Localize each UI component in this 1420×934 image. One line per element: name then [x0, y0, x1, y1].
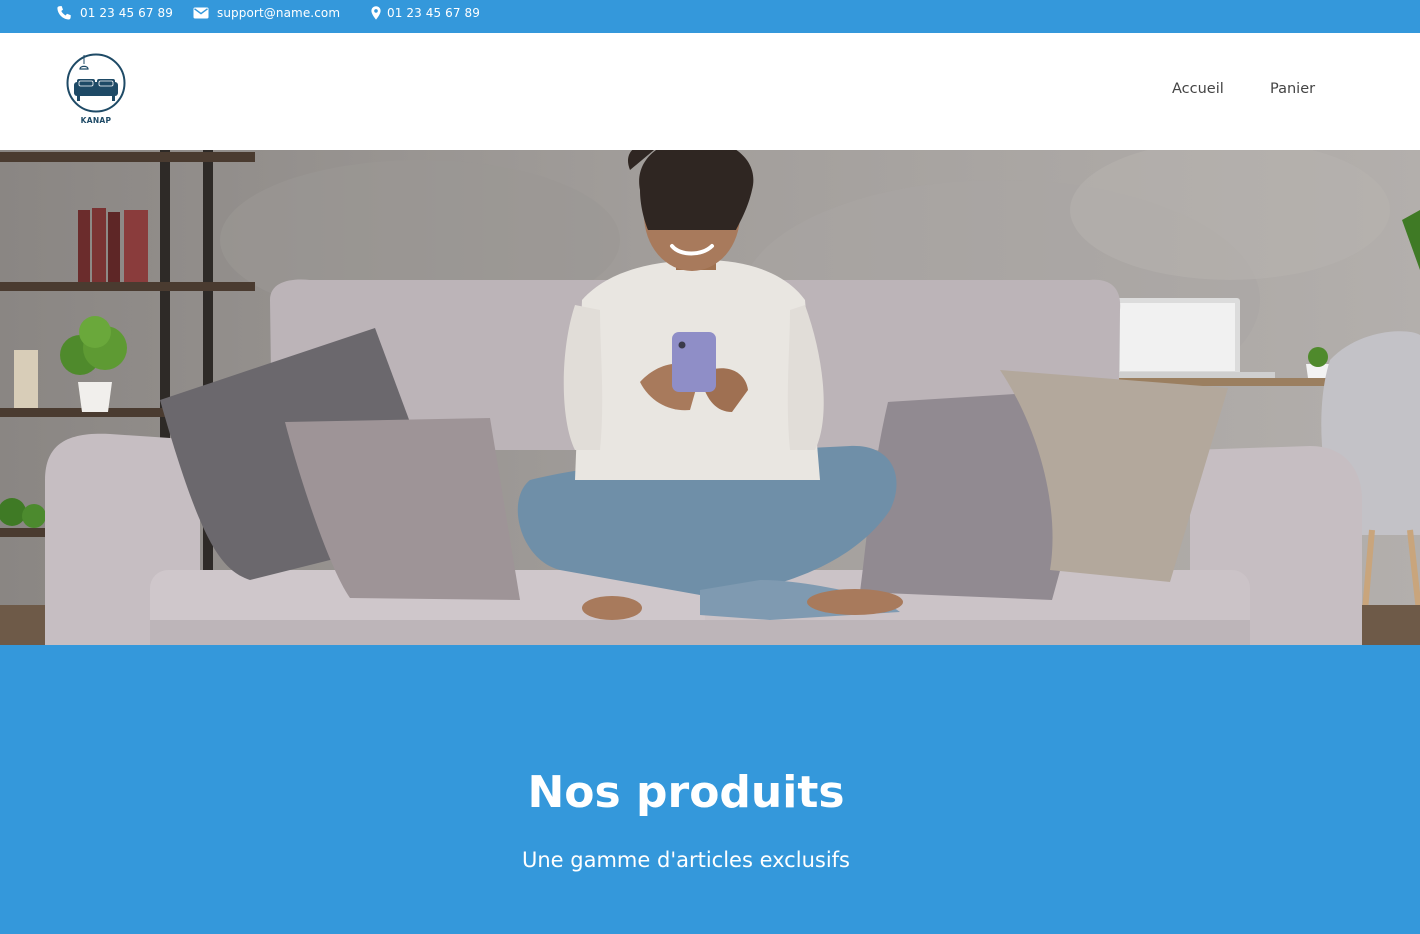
contact-phone-text: 01 23 45 67 89: [80, 6, 174, 20]
logo-wordmark: KANAP: [80, 116, 112, 125]
mail-icon: [193, 7, 209, 19]
contact-phone[interactable]: 01 23 45 67 89: [56, 0, 173, 26]
products-section: Nos produits Une gamme d'articles exclus…: [0, 645, 1420, 934]
contact-location-text: 01 23 45 67 89: [387, 6, 481, 20]
contact-email[interactable]: support@name.com: [193, 0, 340, 26]
hero-banner: [0, 150, 1420, 645]
sofa-lamp-logo-icon: [66, 53, 126, 113]
contact-location[interactable]: 01 23 45 67 89: [371, 0, 480, 26]
site-header: KANAP Accueil Panier: [0, 33, 1420, 150]
nav-home-link[interactable]: Accueil: [1172, 81, 1224, 101]
products-subheading: Une gamme d'articles exclusifs: [522, 848, 850, 872]
products-heading: Nos produits: [527, 767, 845, 818]
contact-email-text: support@name.com: [217, 6, 341, 20]
top-contact-bar: 01 23 45 67 89 support@name.com 01 23 45…: [0, 0, 1420, 33]
hero-photo: [0, 150, 1420, 645]
kanap-logo[interactable]: KANAP: [64, 52, 128, 128]
nav-cart-link[interactable]: Panier: [1270, 81, 1315, 101]
phone-icon: [57, 6, 71, 20]
location-pin-icon: [371, 6, 381, 20]
